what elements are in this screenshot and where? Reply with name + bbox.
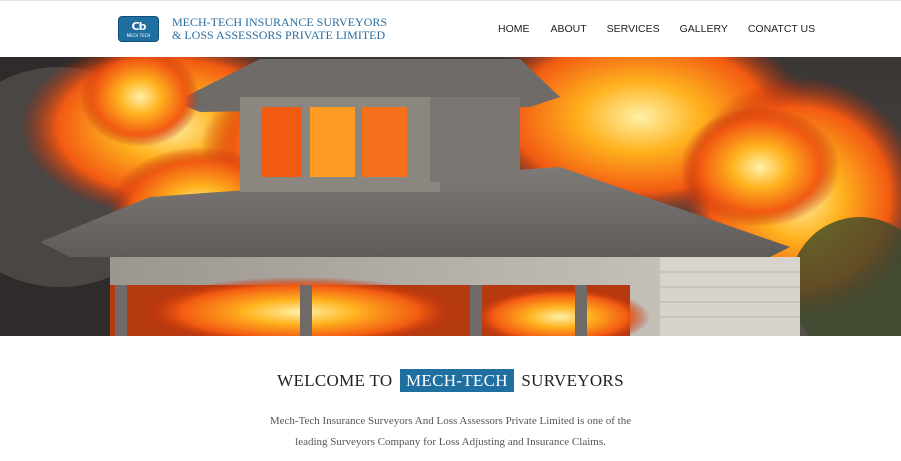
nav-home[interactable]: HOME [498, 23, 530, 35]
welcome-heading: WELCOME TO MECH-TECH SURVEYORS [0, 369, 901, 392]
nav-gallery[interactable]: GALLERY [680, 23, 728, 35]
intro-paragraph: Mech-Tech Insurance Surveyors And Loss A… [0, 411, 901, 453]
welcome-suffix: SURVEYORS [521, 371, 624, 390]
site-header: Cb MECH TECH MECH-TECH INSURANCE SURVEYO… [0, 0, 901, 57]
logo-small-text: MECH TECH [126, 32, 151, 38]
nav-about[interactable]: ABOUT [551, 23, 587, 35]
logo-mark: Cb [131, 19, 147, 33]
welcome-highlight: MECH-TECH [399, 369, 514, 392]
intro-line2: leading Surveyors Company for Loss Adjus… [295, 436, 606, 448]
intro-line1: Mech-Tech Insurance Surveyors And Loss A… [269, 415, 632, 427]
welcome-prefix: WELCOME TO [277, 371, 393, 390]
logo-icon[interactable]: Cb MECH TECH [118, 16, 159, 42]
nav-contact[interactable]: CONATCT US [748, 23, 815, 35]
hero-image [0, 57, 901, 336]
company-name[interactable]: MECH-TECH INSURANCE SURVEYORS & LOSS ASS… [172, 16, 387, 42]
main-nav: HOME ABOUT SERVICES GALLERY CONATCT US [498, 23, 815, 35]
nav-services[interactable]: SERVICES [607, 23, 660, 35]
burning-house-illustration [0, 57, 901, 336]
company-name-line2: & LOSS ASSESSORS PRIVATE LIMITED [172, 28, 386, 42]
